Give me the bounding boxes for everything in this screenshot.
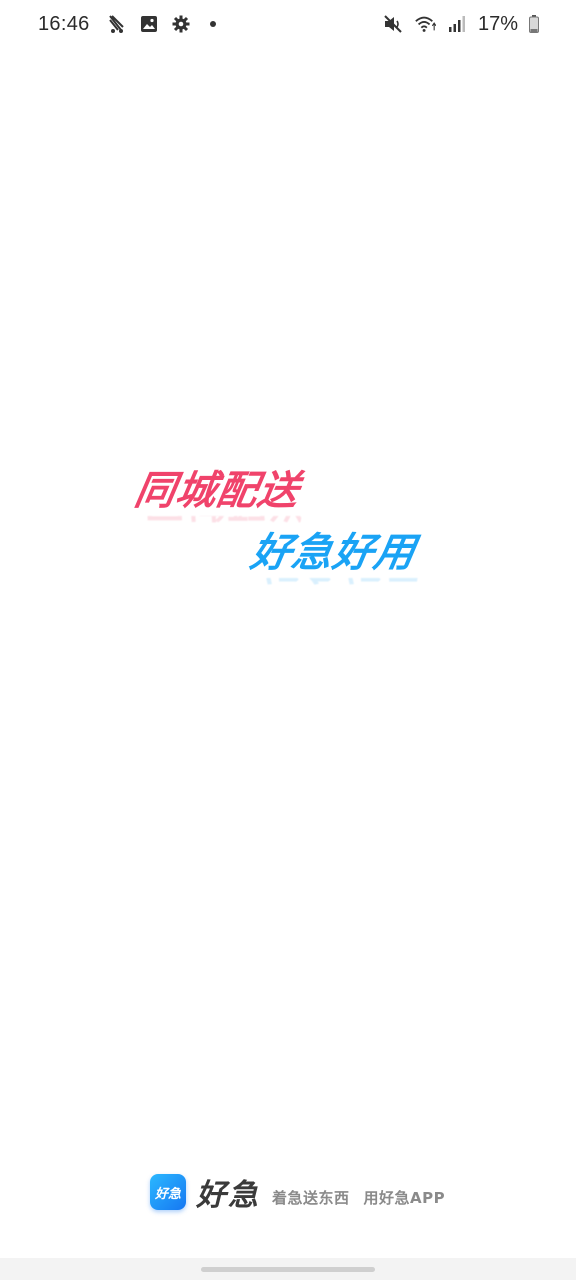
- gear-icon: [170, 13, 192, 35]
- mute-icon: [382, 13, 404, 35]
- status-bar: 16:46 17%: [0, 0, 576, 48]
- navigation-bar: [0, 1258, 576, 1280]
- brand-name: 好急: [196, 1178, 260, 1213]
- battery-icon: [528, 13, 540, 35]
- brand-tagline: 着急送东西 用好急APP: [272, 1187, 445, 1208]
- status-right: 17%: [382, 13, 540, 36]
- slogan-line-2-reflection: 好急好用: [250, 578, 417, 596]
- wifi-icon: [414, 13, 436, 35]
- brand-footer: 好急 好急 着急送东西 用好急APP: [150, 1170, 445, 1214]
- tagline-part-2: 用好急APP: [363, 1188, 446, 1207]
- delivery-app-icon: [106, 13, 128, 35]
- dot-icon: [202, 13, 224, 35]
- app-logo-text: 好急: [154, 1186, 181, 1202]
- signal-icon: [446, 13, 468, 35]
- home-indicator[interactable]: [201, 1266, 375, 1272]
- slogan-line-1-text: 同城配送: [131, 468, 304, 514]
- status-time: 16:46: [38, 12, 90, 35]
- app-logo-icon: 好急: [150, 1174, 186, 1210]
- slogan-line-2-text: 好急好用: [247, 530, 420, 576]
- image-icon: [138, 13, 160, 35]
- slogan-line-2: 好急好用 好急好用: [247, 520, 419, 596]
- tagline-part-1: 着急送东西: [272, 1188, 350, 1207]
- status-left: 16:46: [38, 13, 224, 36]
- battery-percent: 17%: [477, 12, 518, 35]
